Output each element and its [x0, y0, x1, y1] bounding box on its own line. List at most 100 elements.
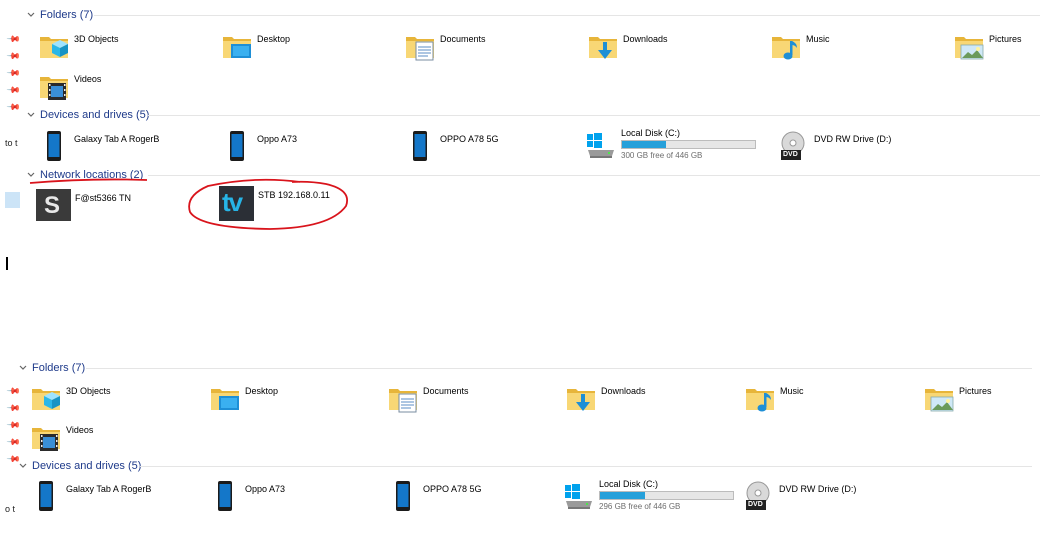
device-oppo-a78[interactable]: OPPO A78 5G	[404, 130, 499, 162]
pin-icon[interactable]: 📌	[6, 31, 21, 46]
pictures-folder-icon	[953, 30, 985, 62]
music-folder-icon	[744, 382, 776, 414]
pin-icon[interactable]: 📌	[6, 65, 21, 80]
folder-pictures[interactable]: Pictures	[953, 30, 1022, 62]
explorer-panel-top: 📌 📌 📌 📌 📌 to t Folders (7) 3D Objects De…	[0, 0, 1050, 272]
folder-videos[interactable]: Videos	[30, 421, 93, 453]
drive-usage-bar	[621, 140, 756, 149]
downloads-folder-icon	[565, 382, 597, 414]
folder-label: Documents	[423, 386, 469, 396]
folder-documents[interactable]: Documents	[387, 382, 469, 414]
group-divider	[140, 466, 1032, 467]
network-group-title: Network locations (2)	[40, 169, 144, 181]
folder-label: Downloads	[601, 386, 646, 396]
devices-group-title: Devices and drives (5)	[32, 460, 142, 472]
device-label: Oppo A73	[257, 134, 298, 144]
folder-3d-objects[interactable]: 3D Objects	[30, 382, 111, 414]
tablet-device-icon	[38, 130, 70, 162]
devices-group-header[interactable]: Devices and drives (5)	[18, 458, 141, 474]
device-galaxy-tab[interactable]: Galaxy Tab A RogerB	[30, 480, 151, 512]
devices-group-header[interactable]: Devices and drives (5)	[26, 107, 149, 123]
folders-group-header[interactable]: Folders (7)	[18, 360, 85, 376]
nav-pane-selection[interactable]	[5, 192, 20, 208]
sagemcom-router-icon: S	[36, 189, 71, 221]
device-galaxy-tab[interactable]: Galaxy Tab A RogerB	[38, 130, 159, 162]
3d-objects-folder-icon	[38, 30, 70, 62]
tv-stb-icon: tv	[219, 186, 254, 221]
pictures-folder-icon	[923, 382, 955, 414]
pin-icon[interactable]: 📌	[6, 99, 21, 114]
folder-desktop[interactable]: Desktop	[209, 382, 278, 414]
folders-group-header[interactable]: Folders (7)	[26, 7, 93, 23]
device-oppo-a78[interactable]: OPPO A78 5G	[387, 480, 482, 512]
pin-icon[interactable]: 📌	[6, 383, 21, 398]
chevron-down-icon[interactable]	[26, 170, 36, 180]
explorer-panel-bottom: 📌 📌 📌 📌 📌 o t Folders (7) 3D Objects Des…	[0, 352, 1050, 536]
dvd-badge: DVD	[748, 501, 763, 508]
drive-local-disk-c[interactable]: Local Disk (C:) 300 GB free of 446 GB	[585, 128, 756, 160]
folder-music[interactable]: Music	[744, 382, 804, 414]
folder-label: Desktop	[257, 34, 291, 44]
chevron-down-icon[interactable]	[18, 363, 28, 373]
pin-icon[interactable]: 📌	[6, 82, 21, 97]
folder-label: Desktop	[245, 386, 279, 396]
network-group-header[interactable]: Network locations (2)	[26, 167, 143, 183]
device-label: Galaxy Tab A RogerB	[66, 484, 152, 494]
nav-pane-truncated-text: o t	[5, 504, 16, 514]
downloads-folder-icon	[587, 30, 619, 62]
router-glyph: S	[44, 192, 61, 219]
folders-group-title: Folders (7)	[32, 362, 86, 374]
stb-glyph: tv	[222, 187, 243, 217]
folder-label: Downloads	[623, 34, 668, 44]
folder-pictures[interactable]: Pictures	[923, 382, 992, 414]
phone-device-icon	[209, 480, 241, 512]
device-oppo-a73[interactable]: Oppo A73	[209, 480, 285, 512]
folder-label: Music	[806, 34, 830, 44]
folder-desktop[interactable]: Desktop	[221, 30, 290, 62]
pin-icon[interactable]: 📌	[6, 48, 21, 63]
network-label: F@st5366 TN	[75, 193, 131, 203]
folder-videos[interactable]: Videos	[38, 70, 101, 102]
folder-music[interactable]: Music	[770, 30, 830, 62]
folders-group-title: Folders (7)	[40, 9, 94, 21]
chevron-down-icon[interactable]	[26, 10, 36, 20]
folder-label: Music	[780, 386, 804, 396]
text-cursor	[6, 257, 8, 270]
pin-icon[interactable]: 📌	[6, 417, 21, 432]
devices-group-title: Devices and drives (5)	[40, 109, 150, 121]
device-label: OPPO A78 5G	[440, 134, 499, 144]
chevron-down-icon[interactable]	[18, 461, 28, 471]
music-folder-icon	[770, 30, 802, 62]
folder-3d-objects[interactable]: 3D Objects	[38, 30, 119, 62]
folder-documents[interactable]: Documents	[404, 30, 486, 62]
phone-device-icon	[221, 130, 253, 162]
drive-name: Local Disk (C:)	[621, 128, 681, 138]
folder-label: 3D Objects	[66, 386, 111, 396]
chevron-down-icon[interactable]	[26, 110, 36, 120]
dvd-drive-icon: DVD	[778, 130, 810, 162]
folder-label: 3D Objects	[74, 34, 119, 44]
network-stb[interactable]: tv STB 192.168.0.11	[219, 186, 330, 221]
device-oppo-a73[interactable]: Oppo A73	[221, 130, 297, 162]
folder-label: Pictures	[959, 386, 992, 396]
device-label: Galaxy Tab A RogerB	[74, 134, 160, 144]
documents-folder-icon	[404, 30, 436, 62]
drive-dvd-d[interactable]: DVD DVD RW Drive (D:)	[778, 130, 891, 162]
group-divider	[148, 175, 1040, 176]
videos-folder-icon	[30, 421, 62, 453]
network-fast5366[interactable]: S F@st5366 TN	[36, 189, 131, 221]
group-divider	[86, 368, 1032, 369]
folder-downloads[interactable]: Downloads	[587, 30, 668, 62]
folder-label: Videos	[66, 425, 94, 435]
drive-dvd-d[interactable]: DVD DVD RW Drive (D:)	[743, 480, 856, 512]
pin-icon[interactable]: 📌	[6, 400, 21, 415]
drive-local-disk-c[interactable]: Local Disk (C:) 296 GB free of 446 GB	[563, 479, 734, 511]
drive-name: Local Disk (C:)	[599, 479, 659, 489]
pin-icon[interactable]: 📌	[6, 434, 21, 449]
videos-folder-icon	[38, 70, 70, 102]
drive-usage-fill	[622, 141, 666, 148]
network-label: STB 192.168.0.11	[258, 190, 330, 200]
folder-label: Pictures	[989, 34, 1022, 44]
folder-downloads[interactable]: Downloads	[565, 382, 646, 414]
desktop-folder-icon	[221, 30, 253, 62]
